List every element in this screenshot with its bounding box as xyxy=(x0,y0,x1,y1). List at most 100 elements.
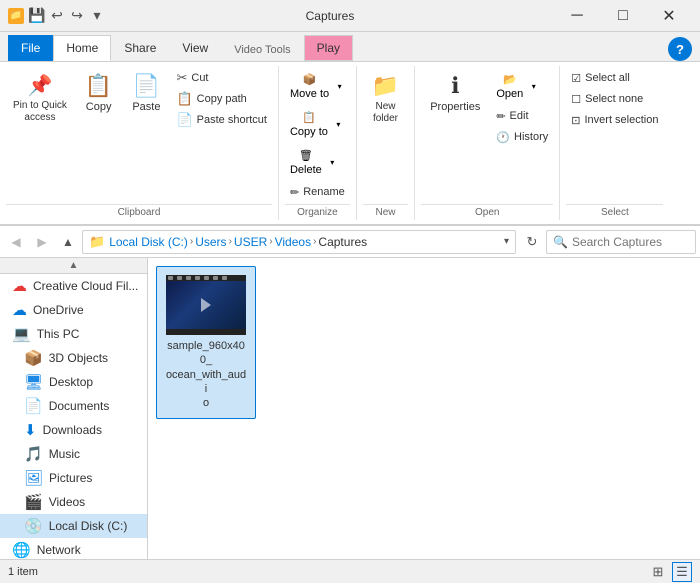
tab-play[interactable]: Play xyxy=(304,35,353,61)
delete-dropdown[interactable]: ▾ xyxy=(327,144,339,181)
sidebar-item-pictures[interactable]: 🖼 Pictures xyxy=(0,466,147,490)
sidebar-item-documents[interactable]: 📄 Documents xyxy=(0,394,147,418)
open-group: ℹ Properties 📂 Open ▾ ✏ Edit 🕐 Hist xyxy=(415,66,560,220)
minimize-button[interactable]: ─ xyxy=(554,0,600,32)
copy-to-main[interactable]: 📋 Copy to xyxy=(285,106,333,143)
edit-label: Edit xyxy=(510,110,529,122)
tab-home[interactable]: Home xyxy=(53,35,111,61)
organize-buttons: 📦 Move to ▾ 📋 Copy to ▾ 🗑 Delete xyxy=(285,68,350,202)
help-button[interactable]: ? xyxy=(668,37,692,61)
open-dropdown[interactable]: ▾ xyxy=(528,68,540,105)
tab-share[interactable]: Share xyxy=(111,35,169,61)
undo-icon[interactable]: ↩ xyxy=(48,7,66,25)
edit-button[interactable]: ✏ Edit xyxy=(491,106,553,126)
breadcrumb-user[interactable]: USER xyxy=(234,235,267,249)
sidebar-item-music[interactable]: 🎵 Music xyxy=(0,442,147,466)
pin-icon: 📌 xyxy=(28,73,53,98)
sidebar-item-3d-objects[interactable]: 📦 3D Objects xyxy=(0,346,147,370)
clipboard-label: Clipboard xyxy=(6,204,272,220)
history-button[interactable]: 🕐 History xyxy=(491,127,553,147)
rename-icon: ✏ xyxy=(290,186,299,199)
sidebar-item-this-pc[interactable]: 💻 This PC xyxy=(0,322,147,346)
move-to-button[interactable]: 📦 Move to ▾ xyxy=(285,68,350,105)
file-thumbnail xyxy=(166,275,246,335)
pin-label: Pin to Quickaccess xyxy=(13,100,67,124)
invert-label: Invert selection xyxy=(584,114,658,126)
sidebar-item-desktop[interactable]: 🖥 Desktop xyxy=(0,370,147,394)
clipboard-group: 📌 Pin to Quickaccess 📋 Copy 📄 Paste ✂ Cu… xyxy=(0,66,279,220)
sidebar-item-videos[interactable]: 🎬 Videos xyxy=(0,490,147,514)
file-area[interactable]: sample_960x400_ocean_with_audio xyxy=(148,258,700,559)
network-icon: 🌐 xyxy=(12,541,31,559)
sidebar-item-creative-cloud[interactable]: ☁ Creative Cloud Fil... xyxy=(0,274,147,298)
open-label: Open xyxy=(421,204,553,220)
forward-button[interactable]: ▶ xyxy=(30,230,54,254)
sidebar-label-local-disk: Local Disk (C:) xyxy=(49,519,128,533)
maximize-button[interactable]: □ xyxy=(600,0,646,32)
invert-selection-button[interactable]: ⊡ Invert selection xyxy=(566,110,663,130)
sidebar-item-local-disk[interactable]: 💿 Local Disk (C:) xyxy=(0,514,147,538)
sidebar-label-onedrive: OneDrive xyxy=(33,303,84,317)
sidebar-label-downloads: Downloads xyxy=(43,423,102,437)
breadcrumb-local-disk[interactable]: Local Disk (C:) xyxy=(109,235,188,249)
save-icon[interactable]: 💾 xyxy=(28,7,46,25)
music-icon: 🎵 xyxy=(24,445,43,463)
creative-cloud-icon: ☁ xyxy=(12,277,27,295)
sidebar-label-music: Music xyxy=(49,447,80,461)
copy-to-dropdown[interactable]: ▾ xyxy=(333,106,345,143)
title-bar-left: 📁 💾 ↩ ↪ ▾ xyxy=(8,7,106,25)
properties-button[interactable]: ℹ Properties xyxy=(421,68,489,118)
rename-button[interactable]: ✏ Rename xyxy=(285,182,350,202)
dropdown-icon[interactable]: ▾ xyxy=(504,236,509,247)
tab-file[interactable]: File xyxy=(8,35,53,61)
clipboard-small-buttons: ✂ Cut 📋 Copy path 📄 Paste shortcut xyxy=(171,68,272,130)
organize-group-content: 📦 Move to ▾ 📋 Copy to ▾ 🗑 Delete xyxy=(285,66,350,202)
sidebar-label-this-pc: This PC xyxy=(37,327,80,341)
copy-path-button[interactable]: 📋 Copy path xyxy=(171,89,272,109)
open-main[interactable]: 📂 Open xyxy=(491,68,528,105)
main-area: ▲ ☁ Creative Cloud Fil... ☁ OneDrive 💻 T… xyxy=(0,258,700,559)
new-label: New xyxy=(363,204,408,220)
breadcrumb-users[interactable]: Users xyxy=(195,235,226,249)
customize-icon[interactable]: ▾ xyxy=(88,7,106,25)
open-button[interactable]: 📂 Open ▾ xyxy=(491,68,553,105)
up-button[interactable]: ▲ xyxy=(56,230,80,254)
tab-view[interactable]: View xyxy=(169,35,221,61)
move-to-main[interactable]: 📦 Move to xyxy=(285,68,334,105)
address-bar[interactable]: 📁 Local Disk (C:) › Users › USER › Video… xyxy=(82,230,516,254)
refresh-button[interactable]: ↻ xyxy=(520,230,544,254)
redo-icon[interactable]: ↪ xyxy=(68,7,86,25)
sidebar-item-downloads[interactable]: ⬇ Downloads xyxy=(0,418,147,442)
copy-to-button[interactable]: 📋 Copy to ▾ xyxy=(285,106,350,143)
sidebar-item-onedrive[interactable]: ☁ OneDrive xyxy=(0,298,147,322)
navigation-bar: ◀ ▶ ▲ 📁 Local Disk (C:) › Users › USER ›… xyxy=(0,226,700,258)
new-folder-button[interactable]: 📁 Newfolder xyxy=(363,68,408,130)
cut-button[interactable]: ✂ Cut xyxy=(171,68,272,88)
paste-button[interactable]: 📄 Paste xyxy=(123,68,169,118)
open-small-buttons: 📂 Open ▾ ✏ Edit 🕐 History xyxy=(491,68,553,147)
paste-shortcut-button[interactable]: 📄 Paste shortcut xyxy=(171,110,272,130)
new-folder-icon: 📁 xyxy=(372,73,399,99)
breadcrumb-videos[interactable]: Videos xyxy=(275,235,311,249)
sidebar-item-network[interactable]: 🌐 Network xyxy=(0,538,147,559)
sidebar-label-documents: Documents xyxy=(49,399,110,413)
back-button[interactable]: ◀ xyxy=(4,230,28,254)
large-icons-view-button[interactable]: ⊞ xyxy=(648,562,668,582)
organize-group: 📦 Move to ▾ 📋 Copy to ▾ 🗑 Delete xyxy=(279,66,357,220)
select-none-button[interactable]: ☐ Select none xyxy=(566,89,663,109)
search-input[interactable] xyxy=(572,235,689,249)
pictures-icon: 🖼 xyxy=(24,469,43,487)
pin-quick-access-button[interactable]: 📌 Pin to Quickaccess xyxy=(6,68,74,129)
file-item-video[interactable]: sample_960x400_ocean_with_audio xyxy=(156,266,256,419)
copy-to-label: Copy to xyxy=(290,126,328,138)
move-to-dropdown[interactable]: ▾ xyxy=(334,68,346,105)
copy-button[interactable]: 📋 Copy xyxy=(76,68,121,118)
sidebar-scroll-up[interactable]: ▲ xyxy=(0,258,147,274)
delete-button[interactable]: 🗑 Delete ▾ xyxy=(285,144,350,181)
select-all-button[interactable]: ☑ Select all xyxy=(566,68,663,88)
details-view-button[interactable]: ☰ xyxy=(672,562,692,582)
move-to-icon: 📦 xyxy=(303,73,317,86)
search-box[interactable]: 🔍 xyxy=(546,230,696,254)
delete-main[interactable]: 🗑 Delete xyxy=(285,144,327,181)
close-button[interactable]: ✕ xyxy=(646,0,692,32)
